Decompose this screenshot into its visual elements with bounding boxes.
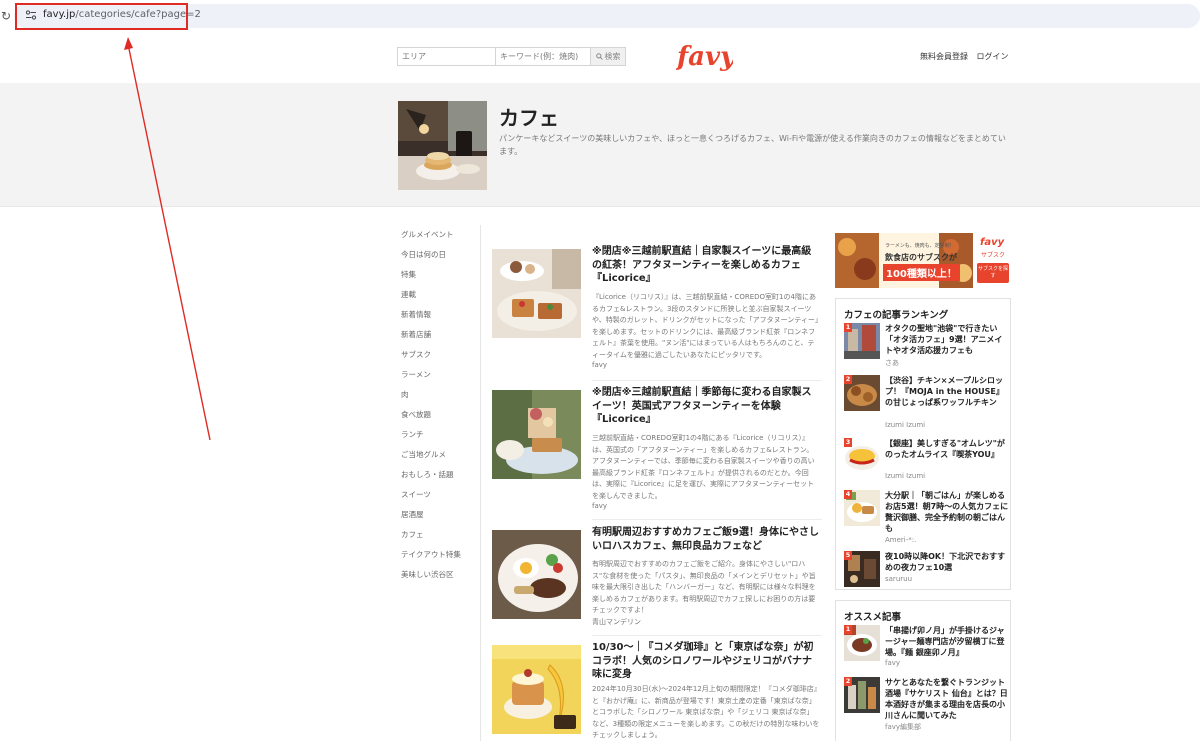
nav-item-izakaya[interactable]: 居酒屋 [401, 510, 461, 530]
article-title[interactable]: 10/30〜｜『コメダ珈琲』と「東京ばな奈」が初コラボ！人気のシロノワールやジェ… [592, 641, 820, 682]
search-button[interactable]: 検索 [591, 48, 625, 65]
nav-item-shibuya[interactable]: 美味しい渋谷区 [401, 570, 461, 590]
ranking-item-author: Izumi Izumi [885, 421, 926, 429]
article-excerpt: 三越前駅直結・COREDO室町1の4階にある『Licorice（リコリス）』は、… [592, 434, 815, 500]
recommended-articles-box: オススメ記事 1 「串揚げ卯ノ月」が手掛けるジャージャー麺専門店が汐留横丁に登場… [835, 600, 1011, 741]
category-hero: カフェ パンケーキなどスイーツの美味しいカフェや、ほっと一息くつろげるカフェ、W… [0, 83, 1200, 207]
article-thumbnail[interactable] [492, 390, 581, 479]
ranking-title: カフェの記事ランキング [844, 310, 949, 321]
nav-item-local-gourmet[interactable]: ご当地グルメ [401, 450, 461, 470]
area-input[interactable]: エリア [398, 48, 496, 65]
article-excerpt: 有明駅周辺でおすすめのカフェご飯をご紹介。身体にやさしい"ロハス"な食材を使った… [592, 560, 816, 614]
article-separator [592, 635, 822, 636]
rank-badge: 2 [844, 677, 852, 686]
login-link[interactable]: ログイン [977, 52, 1009, 61]
article-thumbnail[interactable] [492, 645, 581, 734]
ranking-item-author: saruruu [885, 575, 913, 583]
article-author[interactable]: favy [592, 502, 607, 510]
ranking-item-author: Izumi Izumi [885, 472, 926, 480]
nav-divider [480, 225, 481, 741]
rank-badge: 3 [844, 438, 852, 447]
nav-item-news[interactable]: 新着情報 [401, 310, 461, 330]
ranking-item-author: Ameri-*:. [885, 536, 917, 544]
nav-item-cafe[interactable]: カフェ [401, 530, 461, 550]
nav-item-ramen[interactable]: ラーメン [401, 370, 461, 390]
article-separator [592, 380, 822, 381]
ad-highlight: 100種類以上！ [883, 264, 960, 281]
logo-text: favy [676, 42, 733, 72]
article-author[interactable]: 青山マンデリン [592, 617, 641, 627]
cafe-ranking-box: カフェの記事ランキング 1 オタクの聖地"池袋"で行きたい「オタ活カフェ」9選！… [835, 298, 1011, 590]
search-bar: エリア キーワード(例：焼肉) 検索 [397, 47, 626, 66]
signup-link[interactable]: 無料会員登録 [920, 52, 968, 61]
ranking-item-title[interactable]: 【渋谷】チキン×メープルシロップ！『MOJA in the HOUSE』の甘じょ… [885, 375, 1009, 408]
rank-badge: 4 [844, 490, 852, 499]
ad-brand-sub: サブスク [981, 252, 1006, 259]
ad-line1: 飲食店のサブスクが [885, 253, 957, 262]
category-description: パンケーキなどスイーツの美味しいカフェや、ほっと一息くつろげるカフェ、Wi-Fi… [499, 134, 1006, 156]
ad-cta-button[interactable]: サブスクを探す [977, 263, 1009, 283]
nav-item-all-you-can-eat[interactable]: 食べ放題 [401, 410, 461, 430]
keyword-input[interactable]: キーワード(例：焼肉) [496, 48, 591, 65]
url-highlight-box [15, 3, 188, 30]
nav-item-sweets[interactable]: スイーツ [401, 490, 461, 510]
search-icon [595, 53, 603, 60]
subscription-ad-banner[interactable]: ラーメンも、焼肉も、定額制！ 飲食店のサブスクが 100種類以上！ favy サ… [835, 233, 1011, 288]
article-thumbnail[interactable] [492, 249, 581, 338]
category-title: カフェ [499, 106, 559, 130]
reload-icon[interactable]: ↻ [1, 9, 13, 23]
browser-toolbar: ↻ favy.jp/categories/cafe?page=2 [0, 0, 1200, 32]
nav-item-lunch[interactable]: ランチ [401, 430, 461, 450]
category-nav: グルメイベント 今日は何の日 特集 連載 新着情報 新着店舗 サブスク ラーメン… [401, 230, 461, 590]
nav-item-series[interactable]: 連載 [401, 290, 461, 310]
nav-item-takeout[interactable]: テイクアウト特集 [401, 550, 461, 570]
ranking-item-title[interactable]: 大分駅｜「朝ごはん」が楽しめるお店5選！朝7時〜の人気カフェに贅沢御膳、完全予約… [885, 490, 1009, 534]
article-author[interactable]: favy [592, 361, 607, 369]
article-title[interactable]: 有明駅周辺おすすめカフェご飯9選！身体にやさしいロハスカフェ、無印良品カフェなど [592, 526, 820, 553]
nav-item-today[interactable]: 今日は何の日 [401, 250, 461, 270]
rank-badge: 1 [844, 323, 852, 332]
ranking-item-author: さあ [885, 359, 899, 367]
rank-badge: 2 [844, 375, 852, 384]
recommend-item-author: favy編集部 [885, 723, 922, 731]
recommend-title: オススメ記事 [844, 612, 902, 623]
nav-item-subscription[interactable]: サブスク [401, 350, 461, 370]
recommend-item-author: favy [885, 659, 901, 667]
ranking-item-title[interactable]: オタクの聖地"池袋"で行きたい「オタ活カフェ」9選！アニメイトやオタ活応援カフェ… [885, 323, 1009, 356]
article-title[interactable]: ※閉店※三越前駅直結｜自家製スイーツに最高級の紅茶！アフタヌーンティーを楽しめる… [592, 245, 820, 286]
article-separator [592, 519, 822, 520]
nav-item-new-shops[interactable]: 新着店舗 [401, 330, 461, 350]
rank-badge: 1 [844, 625, 852, 634]
favy-logo[interactable]: favy [676, 39, 733, 73]
ad-small-text: ラーメンも、焼肉も、定額制！ [885, 243, 955, 249]
recommend-item-title[interactable]: 「串揚げ卯ノ月」が手掛けるジャージャー麺専門店が汐留横丁に登場。『麺 銀座卯ノ月… [885, 625, 1009, 658]
rank-badge: 5 [844, 551, 852, 560]
nav-item-trending[interactable]: おもしろ・話題 [401, 470, 461, 490]
article-thumbnail[interactable] [492, 530, 581, 619]
recommend-item-title[interactable]: サケとあなたを繋ぐトランジット酒場『サケリスト 仙台』とは？日本酒好きが集まる理… [885, 677, 1009, 721]
nav-item-gourmet-event[interactable]: グルメイベント [401, 230, 461, 250]
article-excerpt: 2024年10月30日(水)〜2024年12月上旬の期間限定！『コメダ珈琲店』と… [592, 685, 820, 739]
search-button-label: 検索 [604, 52, 621, 61]
cafe-category-image [398, 101, 487, 190]
nav-item-feature[interactable]: 特集 [401, 270, 461, 290]
article-excerpt: 『Licorice（リコリス）』は、三越前駅直結・COREDO室町1の4階にある… [592, 293, 819, 359]
article-title[interactable]: ※閉店※三越前駅直結｜季節毎に変わる自家製スイーツ！英国式アフタヌーンティーを体… [592, 386, 820, 427]
nav-item-meat[interactable]: 肉 [401, 390, 461, 410]
header-links: 無料会員登録 ログイン [920, 51, 1015, 62]
ranking-item-title[interactable]: 夜10時以降OK！下北沢でおすすめの夜カフェ10選 [885, 551, 1009, 573]
ranking-item-title[interactable]: 【銀座】美しすぎる"オムレツ"がのったオムライス『喫茶YOU』 [885, 438, 1009, 460]
ad-brand: favy [980, 237, 1005, 248]
